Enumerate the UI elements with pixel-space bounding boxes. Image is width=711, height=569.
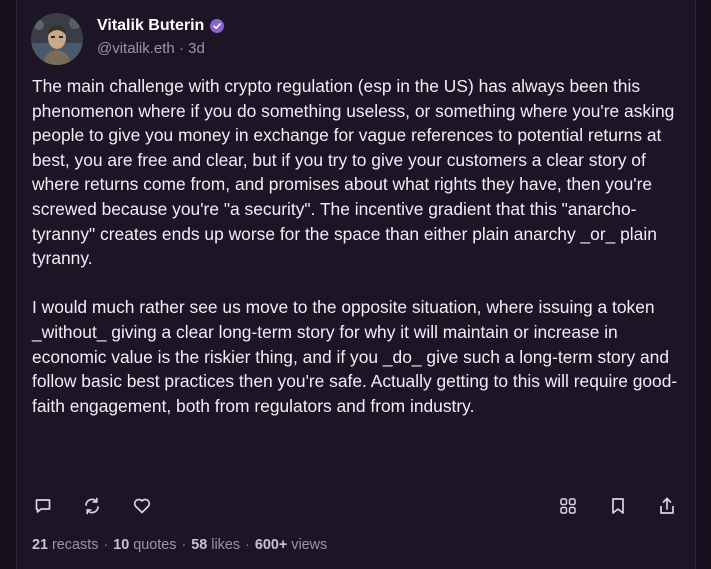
reply-icon	[35, 499, 51, 513]
author-handle[interactable]: @vitalik.eth	[97, 40, 175, 57]
post-body: The main challenge with crypto regulatio…	[32, 74, 682, 443]
post-paragraph: I would much rather see us move to the o…	[32, 297, 678, 416]
likes-count: 58	[191, 537, 208, 553]
recast-button[interactable]	[80, 494, 104, 518]
avatar-image	[31, 13, 83, 65]
post-time[interactable]: 3d	[188, 40, 205, 57]
quotes-label: quotes	[133, 537, 177, 553]
avatar[interactable]	[31, 13, 83, 65]
reply-button[interactable]	[31, 494, 55, 518]
apps-button[interactable]	[556, 494, 580, 518]
recasts-count: 21	[32, 537, 49, 553]
bookmark-icon	[612, 498, 624, 514]
apps-grid-icon	[560, 498, 576, 514]
bookmark-button[interactable]	[606, 494, 630, 518]
engagement-stats: 21 recasts · 10 quotes · 58 likes · 600+ views	[32, 536, 327, 554]
recast-icon	[85, 497, 99, 515]
action-bar	[17, 494, 697, 518]
stats-separator: ·	[181, 537, 187, 553]
stats-separator: ·	[245, 537, 250, 553]
post-card[interactable]: Vitalik Buterin @vitalik.eth · 3d The ma…	[16, 0, 696, 569]
like-button[interactable]	[130, 494, 154, 518]
recasts-label: recasts	[52, 537, 99, 553]
author-name-row[interactable]: Vitalik Buterin	[97, 16, 225, 36]
verified-badge-icon	[210, 19, 225, 33]
likes-label: likes	[211, 537, 241, 553]
share-icon	[660, 497, 674, 514]
author-name[interactable]: Vitalik Buterin	[97, 16, 204, 36]
views-count: 600+	[254, 537, 288, 553]
views-stat: 600+ views	[255, 537, 327, 553]
share-button[interactable]	[655, 494, 679, 518]
quotes-stat[interactable]: 10 quotes	[113, 537, 176, 553]
handle-line: @vitalik.eth · 3d	[97, 39, 205, 59]
post-paragraph: The main challenge with crypto regulatio…	[32, 76, 675, 269]
handle-separator: ·	[178, 40, 184, 57]
stats-separator: ·	[103, 537, 109, 553]
recasts-stat[interactable]: 21 recasts	[32, 537, 98, 553]
like-icon	[133, 498, 151, 514]
views-label: views	[291, 537, 328, 553]
likes-stat[interactable]: 58 likes	[191, 537, 240, 553]
quotes-count: 10	[113, 537, 130, 553]
